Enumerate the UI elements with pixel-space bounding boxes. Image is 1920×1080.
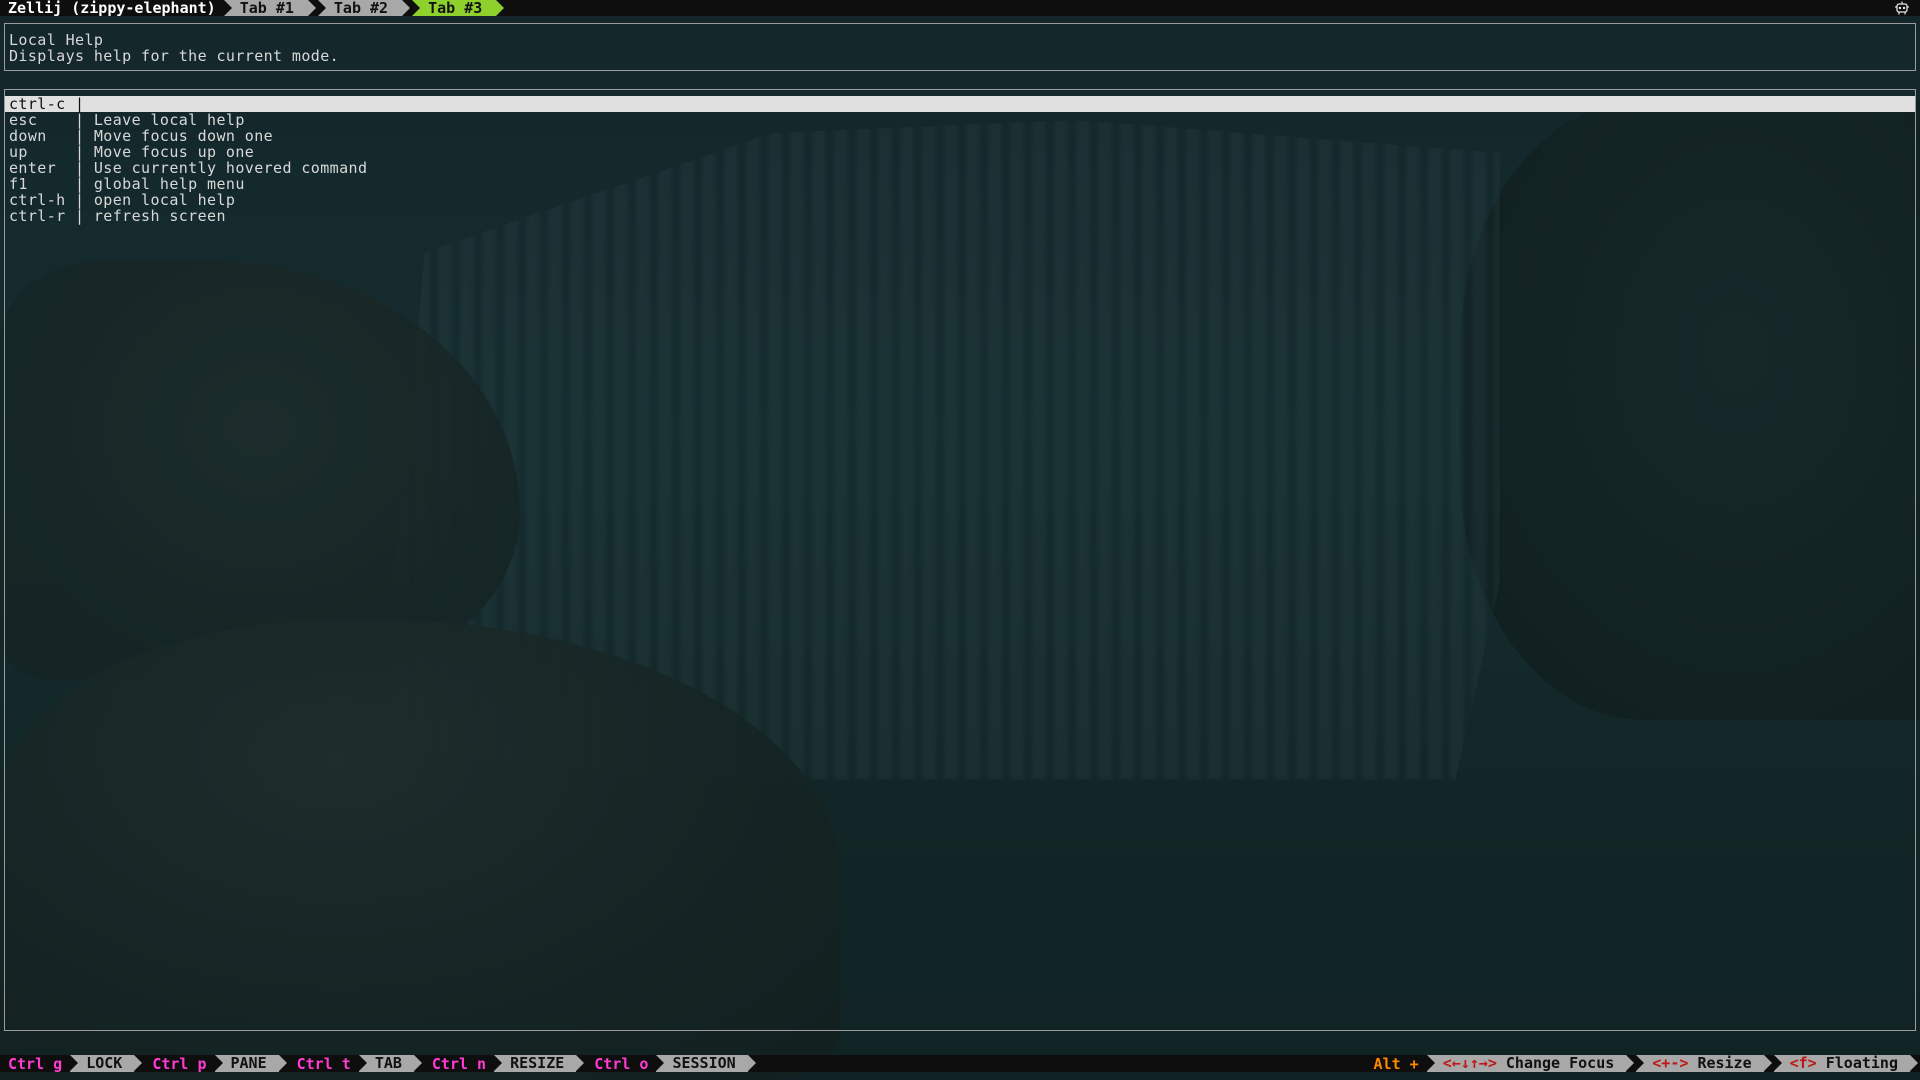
help-row-down[interactable]: down | Move focus down one [5, 128, 1915, 144]
mode-key-resize: Ctrl n [431, 1054, 487, 1073]
help-row-esc[interactable]: esc | Leave local help [5, 112, 1915, 128]
help-row-ctrl-r[interactable]: ctrl-r | refresh screen [5, 208, 1915, 224]
hint-floating[interactable]: <f> Floating [1773, 1054, 1919, 1072]
mode-pane[interactable]: PANE [214, 1055, 287, 1072]
pane-description: Displays help for the current mode. [9, 47, 340, 65]
hint-label: Resize [1697, 1054, 1752, 1072]
help-row-enter[interactable]: enter | Use currently hovered command [5, 160, 1915, 176]
help-pane[interactable]: ctrl-c | esc | Leave local help down | M… [4, 89, 1916, 1031]
mode-key-session: Ctrl o [594, 1054, 649, 1073]
robot-icon [1895, 1, 1909, 15]
mode-resize[interactable]: RESIZE [494, 1055, 585, 1072]
hint-label: Floating [1825, 1054, 1898, 1072]
status-bar: Ctrl g LOCK Ctrl p PANE Ctrl t TAB Ctrl … [0, 1054, 1920, 1073]
hint-change-focus[interactable]: <←↓↑→> Change Focus [1426, 1054, 1634, 1072]
mode-key-tab: Ctrl t [296, 1054, 351, 1073]
hint-label: Change Focus [1505, 1054, 1615, 1072]
tab-2[interactable]: Tab #2 [317, 0, 411, 16]
mode-key-pane: Ctrl p [152, 1054, 207, 1073]
session-title: Zellij (zippy-elephant) [8, 0, 216, 17]
hint-key: <+-> [1652, 1054, 1689, 1072]
help-row-up[interactable]: up | Move focus up one [5, 144, 1915, 160]
mode-session[interactable]: SESSION [656, 1055, 756, 1072]
mode-tab[interactable]: TAB [358, 1055, 423, 1072]
tab-3[interactable]: Tab #3 [412, 0, 505, 16]
hint-key: <f> [1789, 1054, 1817, 1072]
help-row-ctrl-h[interactable]: ctrl-h | open local help [5, 192, 1915, 208]
mode-key-lock: Ctrl g [8, 1054, 63, 1073]
hint-key: <←↓↑→> [1442, 1054, 1497, 1072]
help-row-ctrl-c[interactable]: ctrl-c | [5, 96, 1915, 112]
alt-modifier: Alt + [1373, 1054, 1419, 1073]
pane-title: Local Help [9, 31, 104, 49]
tab-bar: Zellij (zippy-elephant) Tab #1 Tab #2 Ta… [0, 0, 1920, 16]
mode-lock[interactable]: LOCK [70, 1055, 143, 1072]
hint-resize[interactable]: <+-> Resize [1636, 1054, 1772, 1072]
help-row-f1[interactable]: f1 | global help menu [5, 176, 1915, 192]
tab-1[interactable]: Tab #1 [223, 0, 317, 16]
info-pane[interactable]: Local Help Displays help for the current… [4, 23, 1916, 71]
